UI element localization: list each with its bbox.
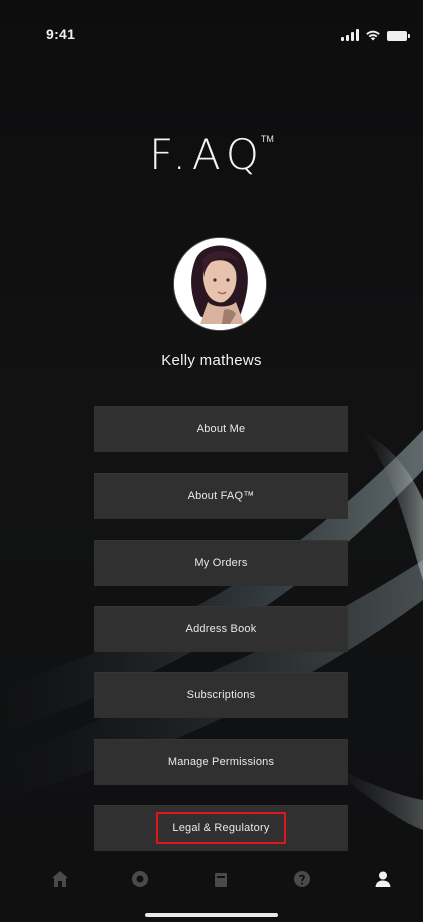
subscriptions-button[interactable]: Subscriptions xyxy=(94,672,348,718)
menu-item-label: Legal & Regulatory xyxy=(156,812,286,844)
wifi-icon xyxy=(366,30,380,41)
menu-item-label: About FAQ™ xyxy=(187,490,255,502)
explore-icon xyxy=(132,871,148,887)
profile-icon xyxy=(375,871,391,887)
brand-logo: F.AQTM xyxy=(0,130,423,179)
brand-logo-text: F.AQ xyxy=(149,130,265,179)
menu-item-label: Subscriptions xyxy=(186,689,256,701)
home-indicator[interactable] xyxy=(145,913,278,917)
tab-home[interactable] xyxy=(45,864,75,894)
help-icon xyxy=(294,871,310,887)
signal-icon xyxy=(341,29,359,41)
status-icons xyxy=(341,27,410,41)
status-bar: 9:41 xyxy=(0,0,423,70)
about-faq-button[interactable]: About FAQ™ xyxy=(94,473,348,519)
avatar[interactable] xyxy=(174,238,266,330)
status-time: 9:41 xyxy=(46,26,76,42)
menu-item-label: Manage Permissions xyxy=(167,756,275,768)
tab-explore[interactable] xyxy=(125,864,155,894)
tab-help[interactable] xyxy=(287,864,317,894)
bag-icon xyxy=(215,873,227,887)
my-orders-button[interactable]: My Orders xyxy=(94,540,348,586)
profile-name: Kelly mathews xyxy=(161,352,262,369)
menu-item-label: Address Book xyxy=(185,623,257,635)
about-me-button[interactable]: About Me xyxy=(94,406,348,452)
menu-item-label: My Orders xyxy=(194,557,248,569)
battery-icon xyxy=(387,31,410,41)
tab-profile[interactable] xyxy=(368,864,398,894)
legal-regulatory-button[interactable]: Legal & Regulatory xyxy=(94,805,348,851)
avatar-photo xyxy=(174,238,266,330)
menu-item-label: About Me xyxy=(196,423,246,435)
manage-permissions-button[interactable]: Manage Permissions xyxy=(94,739,348,785)
home-icon xyxy=(52,871,68,887)
bottom-tab-bar xyxy=(0,852,423,922)
tab-bag[interactable] xyxy=(206,864,236,894)
profile-screen: 9:41 F.AQTM Kelly mathews About Me About… xyxy=(0,0,423,922)
brand-logo-trademark: TM xyxy=(260,134,274,144)
address-book-button[interactable]: Address Book xyxy=(94,606,348,652)
